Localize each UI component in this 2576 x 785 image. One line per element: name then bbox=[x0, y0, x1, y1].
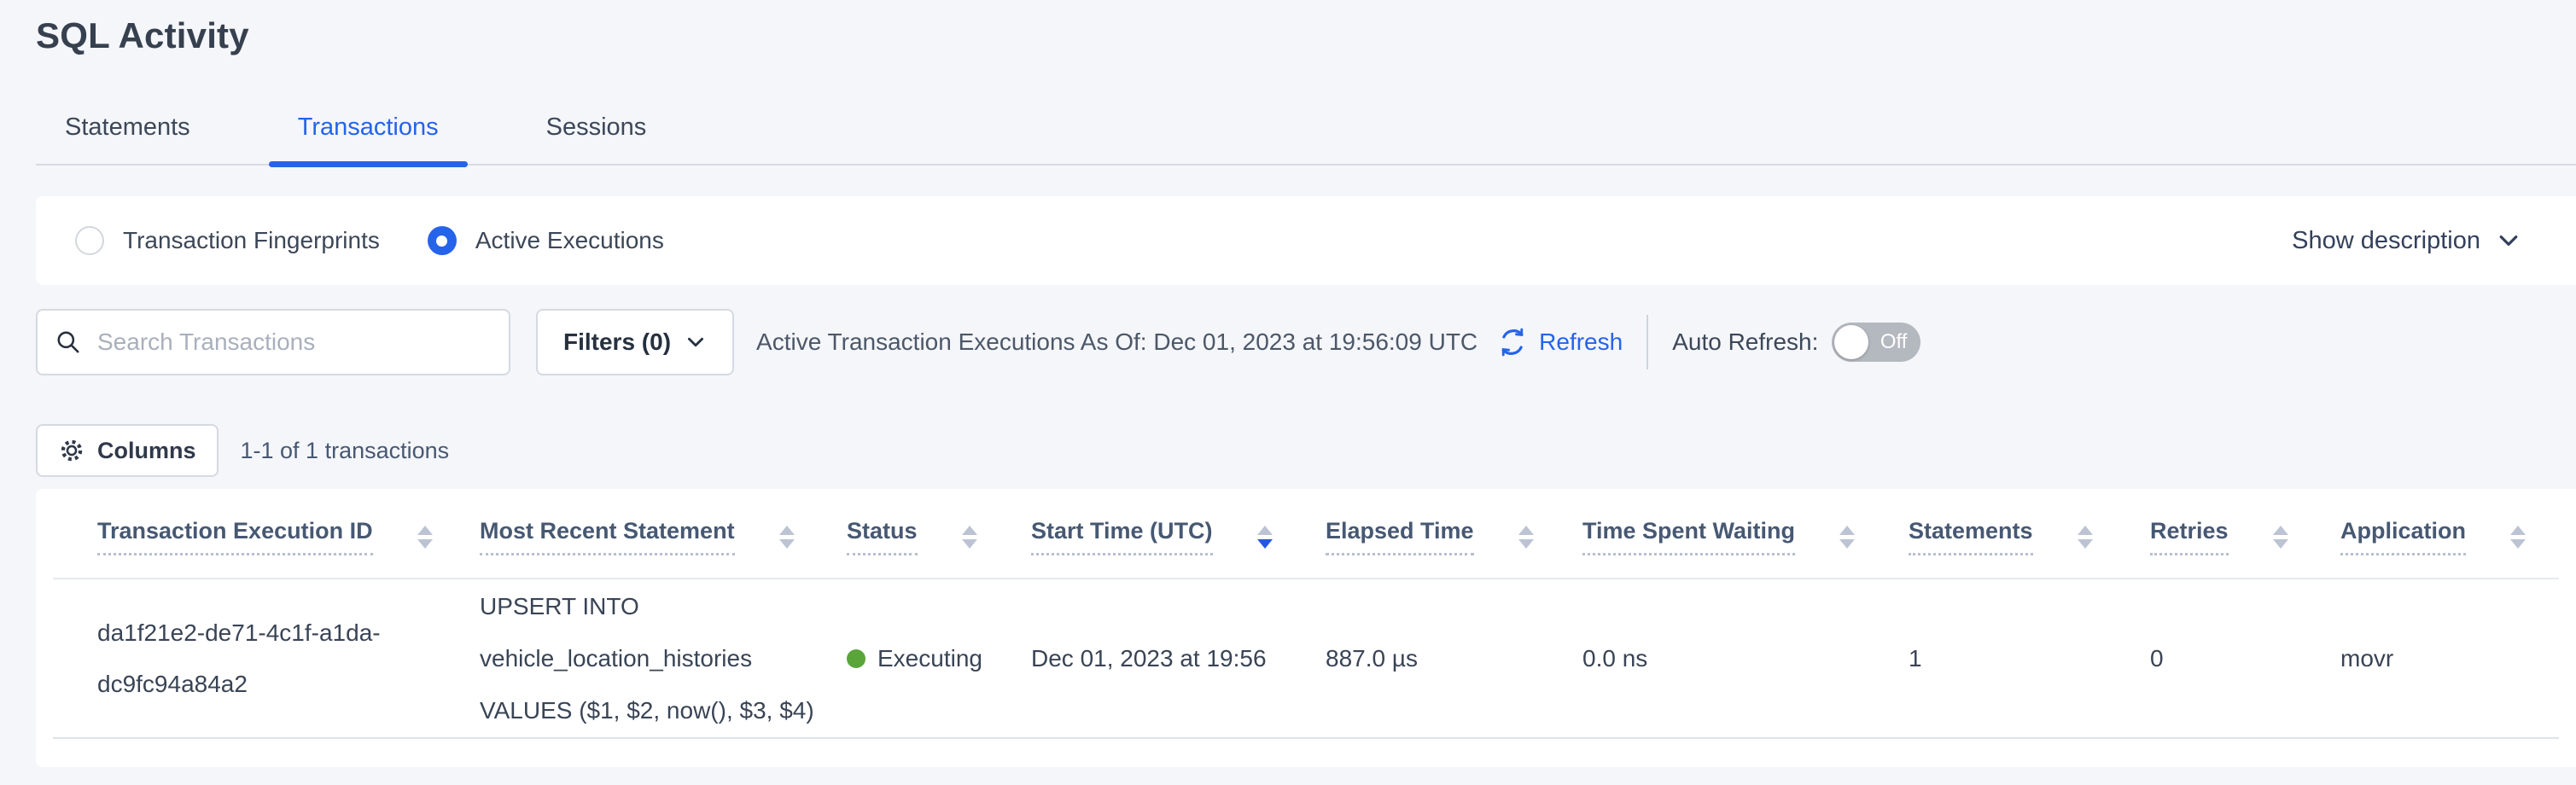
column-header-retries[interactable]: Retries bbox=[2150, 489, 2340, 579]
status-executing-dot bbox=[847, 649, 865, 668]
gear-icon bbox=[58, 437, 85, 464]
column-header-statements[interactable]: Statements bbox=[1909, 489, 2150, 579]
table-header-row: Transaction Execution ID Most Recent Sta… bbox=[53, 489, 2559, 579]
tab-transactions[interactable]: Transactions bbox=[269, 113, 468, 164]
column-header-elapsed-time[interactable]: Elapsed Time bbox=[1326, 489, 1582, 579]
column-header-transaction-execution-id[interactable]: Transaction Execution ID bbox=[53, 489, 480, 579]
toggle-state-label: Off bbox=[1880, 330, 1908, 354]
sort-icon bbox=[2078, 526, 2093, 549]
search-icon bbox=[55, 329, 82, 356]
column-header-start-time[interactable]: Start Time (UTC) bbox=[1031, 489, 1326, 579]
cell-most-recent-statement: UPSERT INTO vehicle_location_histories V… bbox=[480, 579, 847, 738]
sql-activity-page: SQL Activity Statements Transactions Ses… bbox=[0, 0, 2576, 767]
radio-unselected-icon[interactable] bbox=[75, 226, 104, 255]
auto-refresh-label: Auto Refresh: bbox=[1672, 329, 1818, 356]
sort-icon bbox=[2510, 526, 2526, 549]
cell-statements: 1 bbox=[1909, 579, 2150, 738]
show-description-toggle[interactable]: Show description bbox=[2292, 227, 2521, 255]
refresh-icon bbox=[1496, 326, 1529, 358]
cell-retries: 0 bbox=[2150, 579, 2340, 738]
radio-label-active-executions: Active Executions bbox=[475, 227, 664, 254]
tab-sessions[interactable]: Sessions bbox=[517, 113, 676, 164]
filters-button[interactable]: Filters (0) bbox=[536, 309, 734, 375]
sort-icon bbox=[962, 526, 977, 549]
column-header-most-recent-statement[interactable]: Most Recent Statement bbox=[480, 489, 847, 579]
as-of-label: Active Transaction Executions As Of: Dec… bbox=[756, 329, 1477, 356]
refresh-label: Refresh bbox=[1539, 329, 1623, 356]
cell-status: Executing bbox=[847, 579, 1031, 738]
radio-selected-icon[interactable] bbox=[428, 226, 457, 255]
sort-desc-icon bbox=[1257, 526, 1273, 549]
cell-elapsed-time: 887.0 µs bbox=[1326, 579, 1582, 738]
columns-button[interactable]: Columns bbox=[36, 424, 219, 477]
tab-statements[interactable]: Statements bbox=[36, 113, 219, 164]
cell-start-time: Dec 01, 2023 at 19:56 bbox=[1031, 579, 1326, 738]
chevron-down-icon bbox=[685, 331, 707, 353]
show-description-label: Show description bbox=[2292, 227, 2480, 255]
divider bbox=[1646, 315, 1648, 369]
search-box[interactable] bbox=[36, 309, 510, 375]
columns-button-label: Columns bbox=[97, 438, 196, 464]
sort-icon bbox=[2273, 526, 2288, 549]
transactions-table: Transaction Execution ID Most Recent Sta… bbox=[53, 489, 2559, 739]
table-row[interactable]: da1f21e2-de71-4c1f-a1da-dc9fc94a84a2 UPS… bbox=[53, 579, 2559, 738]
chevron-down-icon bbox=[2496, 228, 2521, 253]
radio-transaction-fingerprints[interactable]: Transaction Fingerprints bbox=[75, 226, 380, 255]
sort-icon bbox=[417, 526, 433, 549]
results-count: 1-1 of 1 transactions bbox=[241, 438, 450, 464]
transactions-table-panel: Transaction Execution ID Most Recent Sta… bbox=[36, 489, 2576, 767]
sort-icon bbox=[1839, 526, 1855, 549]
refresh-button[interactable]: Refresh bbox=[1496, 326, 1623, 358]
radio-label-transaction-fingerprints: Transaction Fingerprints bbox=[123, 227, 380, 254]
view-mode-panel: Transaction Fingerprints Active Executio… bbox=[36, 196, 2576, 285]
sort-icon bbox=[1518, 526, 1534, 549]
status-label: Executing bbox=[877, 633, 982, 684]
sort-icon bbox=[779, 526, 795, 549]
column-header-time-spent-waiting[interactable]: Time Spent Waiting bbox=[1582, 489, 1909, 579]
column-header-application[interactable]: Application bbox=[2340, 489, 2559, 579]
search-input[interactable] bbox=[97, 329, 492, 356]
toggle-knob[interactable] bbox=[1834, 325, 1868, 359]
page-title: SQL Activity bbox=[36, 15, 2576, 56]
column-header-status[interactable]: Status bbox=[847, 489, 1031, 579]
auto-refresh-toggle[interactable]: Off bbox=[1832, 323, 1920, 362]
filters-button-label: Filters (0) bbox=[563, 329, 671, 356]
radio-active-executions[interactable]: Active Executions bbox=[428, 226, 664, 255]
controls-row: Filters (0) Active Transaction Execution… bbox=[36, 309, 2576, 375]
tab-bar: Statements Transactions Sessions bbox=[36, 108, 2576, 166]
cell-time-spent-waiting: 0.0 ns bbox=[1582, 579, 1909, 738]
results-bar: Columns 1-1 of 1 transactions bbox=[36, 424, 2576, 477]
cell-application: movr bbox=[2340, 579, 2559, 738]
cell-transaction-execution-id[interactable]: da1f21e2-de71-4c1f-a1da-dc9fc94a84a2 bbox=[53, 579, 480, 738]
